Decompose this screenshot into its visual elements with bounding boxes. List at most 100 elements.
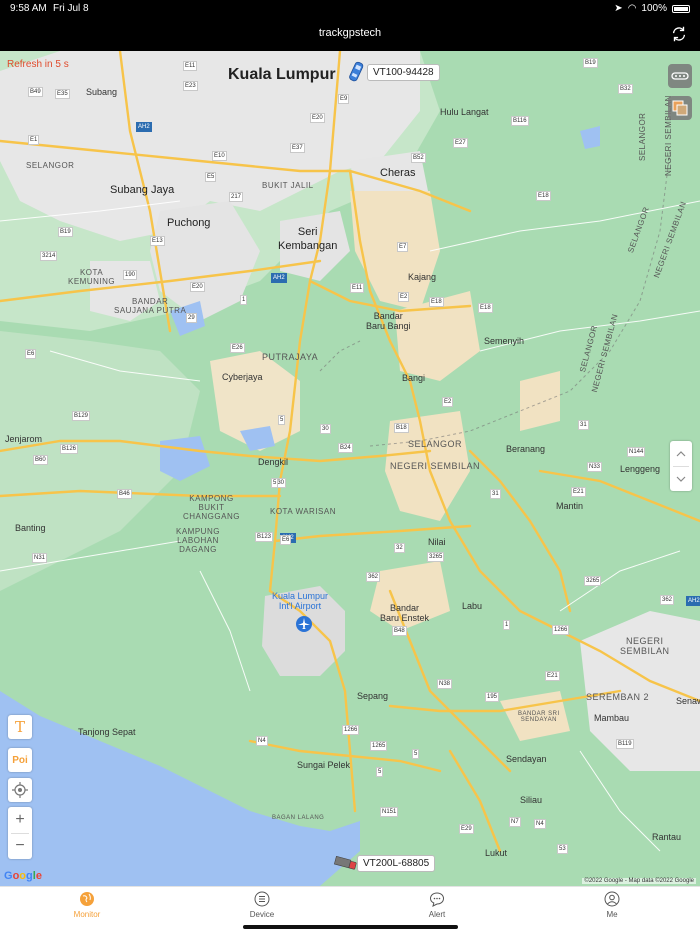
road-shield: E23	[183, 81, 198, 91]
road-shield: 31	[578, 420, 589, 430]
zoom-controls: + −	[8, 807, 32, 859]
road-shield: 30	[320, 424, 331, 434]
place-selangor-nw: SELANGOR	[26, 161, 75, 170]
road-shield: E18	[478, 303, 493, 313]
tab-device[interactable]: Device	[212, 891, 312, 919]
road-shield: B48	[392, 626, 407, 636]
place-subang-jaya: Subang Jaya	[110, 184, 175, 196]
road-shield: 5	[271, 478, 279, 488]
road-shield: 190	[123, 270, 138, 280]
place-bandar-baru-enstek: Bandar Baru Enstek	[380, 603, 430, 623]
refresh-countdown: Refresh in 5 s	[7, 59, 69, 70]
place-selangor-mid: SELANGOR	[408, 439, 463, 449]
road-shield: B19	[58, 227, 73, 237]
place-negeri-sembilan-mid: NEGERI SEMBILAN	[390, 461, 481, 471]
road-shield: B18	[394, 423, 409, 433]
map-layers-button[interactable]	[668, 96, 692, 120]
road-shield: B46	[117, 489, 132, 499]
road-shield: N4	[256, 736, 268, 746]
road-shield: N7	[509, 817, 521, 827]
place-rantau: Rantau	[652, 832, 682, 842]
road-shield: 1	[503, 620, 511, 630]
place-airport: Kuala Lumpur Int'l Airport	[272, 591, 329, 611]
chat-icon	[429, 892, 445, 907]
tab-alert-label: Alert	[428, 910, 446, 919]
place-bandar-baru-bangi: Bandar Baru Bangi	[366, 311, 411, 331]
road-shield: 362	[366, 572, 381, 582]
road-shield: 1266	[342, 725, 360, 735]
road-shield: 5	[376, 767, 384, 777]
place-mantin: Mantin	[556, 501, 584, 511]
road-shield: E18	[536, 191, 551, 201]
place-senawang: Senawa	[676, 696, 700, 706]
road-shield: E20	[190, 282, 205, 292]
traffic-toggle-button[interactable]	[668, 64, 692, 88]
battery-percent: 100%	[641, 3, 667, 14]
road-shield: AH2	[686, 596, 700, 606]
place-seremban-2: SEREMBAN 2	[586, 692, 650, 702]
globe-icon	[80, 892, 94, 906]
layers-icon	[672, 100, 688, 116]
road-shield: 3265	[427, 552, 445, 562]
map-view[interactable]: Kuala Lumpur Subang SELANGOR Subang Jaya…	[0, 51, 700, 886]
place-kuala-lumpur: Kuala Lumpur	[228, 66, 336, 83]
road-shield: B52	[411, 153, 426, 163]
road-shield: B32	[618, 84, 633, 94]
crosshair-icon	[12, 782, 28, 798]
place-lukut: Lukut	[485, 848, 508, 858]
road-shield: E2	[442, 397, 454, 407]
home-indicator	[243, 925, 458, 929]
status-time: 9:58 AM	[10, 3, 47, 14]
text-tool-button[interactable]: T	[8, 715, 32, 739]
poi-icon: Poi	[12, 754, 28, 766]
road-shield: 195	[485, 692, 500, 702]
status-right: ➤ ◠ 100%	[614, 3, 690, 14]
locate-button[interactable]	[8, 778, 32, 802]
place-nilai: Nilai	[428, 537, 446, 547]
car-icon[interactable]	[346, 61, 366, 83]
road-shield: 217	[229, 192, 244, 202]
traffic-icon	[671, 72, 689, 80]
truck-icon[interactable]	[334, 856, 358, 870]
poi-button[interactable]: Poi	[8, 748, 32, 772]
place-labu: Labu	[462, 601, 483, 611]
place-kampong-bukit-changgang: KAMPONG BUKIT CHANGGANG	[183, 494, 240, 521]
road-shield: E21	[571, 487, 586, 497]
google-logo: Google	[4, 870, 42, 882]
app-title: trackgpstech	[318, 27, 382, 39]
road-shield: E26	[230, 343, 245, 353]
zoom-out-button[interactable]: −	[8, 833, 32, 859]
pager-down-button[interactable]	[670, 466, 692, 491]
vehicle-label-2[interactable]: VT200L-68805	[357, 855, 436, 872]
vehicle-label-1[interactable]: VT100-94428	[367, 64, 440, 81]
road-shield: 362	[660, 595, 675, 605]
road-shield: B126	[60, 444, 79, 454]
road-shield: E27	[453, 138, 468, 148]
place-hulu-langat: Hulu Langat	[440, 107, 489, 117]
road-shield: E37	[290, 143, 305, 153]
map-copyright[interactable]: ©2022 Google - Map data ©2022 Google	[582, 878, 696, 884]
road-shield: 1266	[552, 625, 570, 635]
pager-up-button[interactable]	[670, 441, 692, 466]
road-shield: E35	[55, 89, 70, 99]
road-shield: E20	[310, 113, 325, 123]
place-semenyih: Semenyih	[484, 336, 525, 346]
tab-monitor[interactable]: Monitor	[37, 891, 137, 919]
road-shield: E6	[25, 349, 37, 359]
place-dengkil: Dengkil	[258, 457, 289, 467]
zoom-in-button[interactable]: +	[8, 807, 32, 833]
road-shield: E13	[150, 236, 165, 246]
road-shield: 3214	[40, 251, 58, 261]
road-shield: E5	[205, 172, 217, 182]
tab-me[interactable]: Me	[562, 891, 662, 919]
place-lenggeng: Lenggeng	[620, 464, 661, 474]
refresh-icon[interactable]	[670, 25, 688, 43]
place-puchong: Puchong	[167, 217, 211, 229]
road-shield: 31	[490, 489, 501, 499]
road-shield: N4	[534, 819, 546, 829]
location-arrow-icon: ➤	[614, 3, 623, 14]
tab-alert[interactable]: Alert	[387, 891, 487, 919]
road-shield: N33	[587, 462, 603, 472]
road-shield: B116	[511, 116, 529, 126]
place-seri-kembangan: Seri Kembangan	[278, 226, 338, 252]
